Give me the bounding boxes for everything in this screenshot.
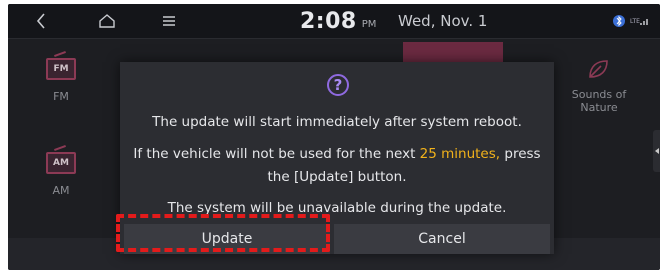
time-highlight: 25 minutes, (419, 146, 501, 162)
am-radio-icon: AM (46, 152, 76, 174)
tile-sounds-label-line1: Sounds of (571, 88, 627, 101)
dialog-message-reboot: The update will start immediately after … (152, 114, 522, 130)
menu-icon (163, 16, 175, 26)
tile-am[interactable]: AM AM (46, 152, 76, 197)
cancel-button[interactable]: Cancel (334, 224, 550, 254)
tile-sounds-of-nature[interactable]: Sounds of Nature (564, 58, 634, 114)
chevron-left-icon (36, 13, 45, 29)
tile-fm-label: FM (53, 90, 69, 103)
fm-radio-icon: FM (46, 58, 76, 80)
tile-sounds-label: Sounds of Nature (572, 88, 626, 114)
signal-bars-icon (640, 19, 648, 25)
tile-sounds-label-line2: Nature (580, 101, 618, 114)
signal-text: LTE (630, 17, 640, 25)
update-button-callout (116, 214, 330, 252)
time-text-suffix: press (500, 146, 541, 162)
date-display: Wed, Nov. 1 (398, 12, 488, 30)
question-icon: ? (327, 74, 349, 96)
clock-ampm: PM (361, 18, 377, 30)
clock: 2:08 PM (300, 4, 390, 38)
leaf-icon (589, 60, 608, 78)
status-bar: 2:08 PM Wed, Nov. 1 LTE (8, 4, 660, 39)
side-panel-handle[interactable] (653, 130, 660, 172)
home-button[interactable] (92, 4, 122, 38)
tile-am-label: AM (52, 184, 70, 197)
signal-status: LTE (604, 4, 658, 38)
dialog-message-time: If the vehicle will not be used for the … (120, 146, 554, 162)
clock-time: 2:08 (300, 8, 357, 34)
dialog-message-press-update: the [Update] button. (267, 169, 407, 185)
bluetooth-phone-icon (613, 15, 625, 27)
time-text-prefix: If the vehicle will not be used for the … (133, 146, 420, 162)
home-icon (99, 14, 115, 28)
infotainment-screen: 2:08 PM Wed, Nov. 1 LTE FM FM AM AM Soun… (8, 4, 660, 270)
back-button[interactable] (26, 4, 56, 38)
tile-fm[interactable]: FM FM (46, 58, 76, 103)
menu-button[interactable] (154, 4, 184, 38)
